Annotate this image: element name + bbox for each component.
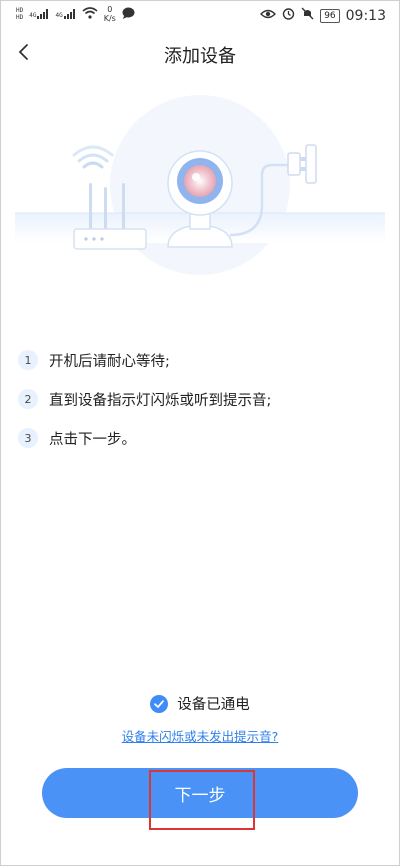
power-confirm-checkbox[interactable] — [150, 694, 169, 713]
step-item: 1 开机后请耐心等待; — [18, 349, 271, 371]
eye-icon — [260, 8, 277, 23]
step-text: 直到设备指示灯闪烁或听到提示音; — [49, 392, 272, 409]
battery-indicator: 96 — [320, 8, 340, 23]
device-setup-illustration — [15, 95, 385, 275]
clock: 09:13 — [345, 7, 386, 24]
camera-icon — [167, 150, 233, 248]
alarm-icon — [282, 7, 295, 24]
step-number: 3 — [18, 428, 38, 448]
step-item: 2 直到设备指示灯闪烁或听到提示音; — [18, 388, 271, 410]
signal-icon-2: 4G — [55, 8, 75, 19]
checkmark-icon — [154, 699, 165, 708]
next-step-button[interactable]: 下一步 — [42, 768, 358, 818]
message-icon — [122, 4, 135, 23]
no-flash-help-link[interactable]: 设备未闪烁或未发出提示音? — [0, 726, 400, 745]
header: 添加设备 — [0, 34, 400, 74]
step-number: 2 — [18, 389, 38, 409]
wifi-icon — [82, 4, 98, 23]
step-text: 开机后请耐心等待; — [49, 353, 170, 370]
signal-icon-1: 4G — [29, 8, 49, 19]
power-confirm-label[interactable]: 设备已通电 — [177, 693, 250, 714]
step-text: 点击下一步。 — [49, 431, 136, 448]
step-item: 3 点击下一步。 — [18, 427, 271, 449]
sim2-hd-tag: HD — [16, 13, 24, 21]
page-title: 添加设备 — [164, 46, 236, 67]
power-confirm-row: 设备已通电 — [0, 693, 400, 714]
mute-icon — [301, 7, 314, 24]
step-number: 1 — [18, 350, 38, 370]
status-bar: HD HD 4G 4G 0 K/s 96 09:13 — [0, 0, 400, 32]
net-speed: 0 K/s — [103, 4, 116, 23]
instruction-steps: 1 开机后请耐心等待; 2 直到设备指示灯闪烁或听到提示音; 3 点击下一步。 — [18, 349, 271, 466]
sim1-hd-tag: HD — [16, 6, 24, 14]
